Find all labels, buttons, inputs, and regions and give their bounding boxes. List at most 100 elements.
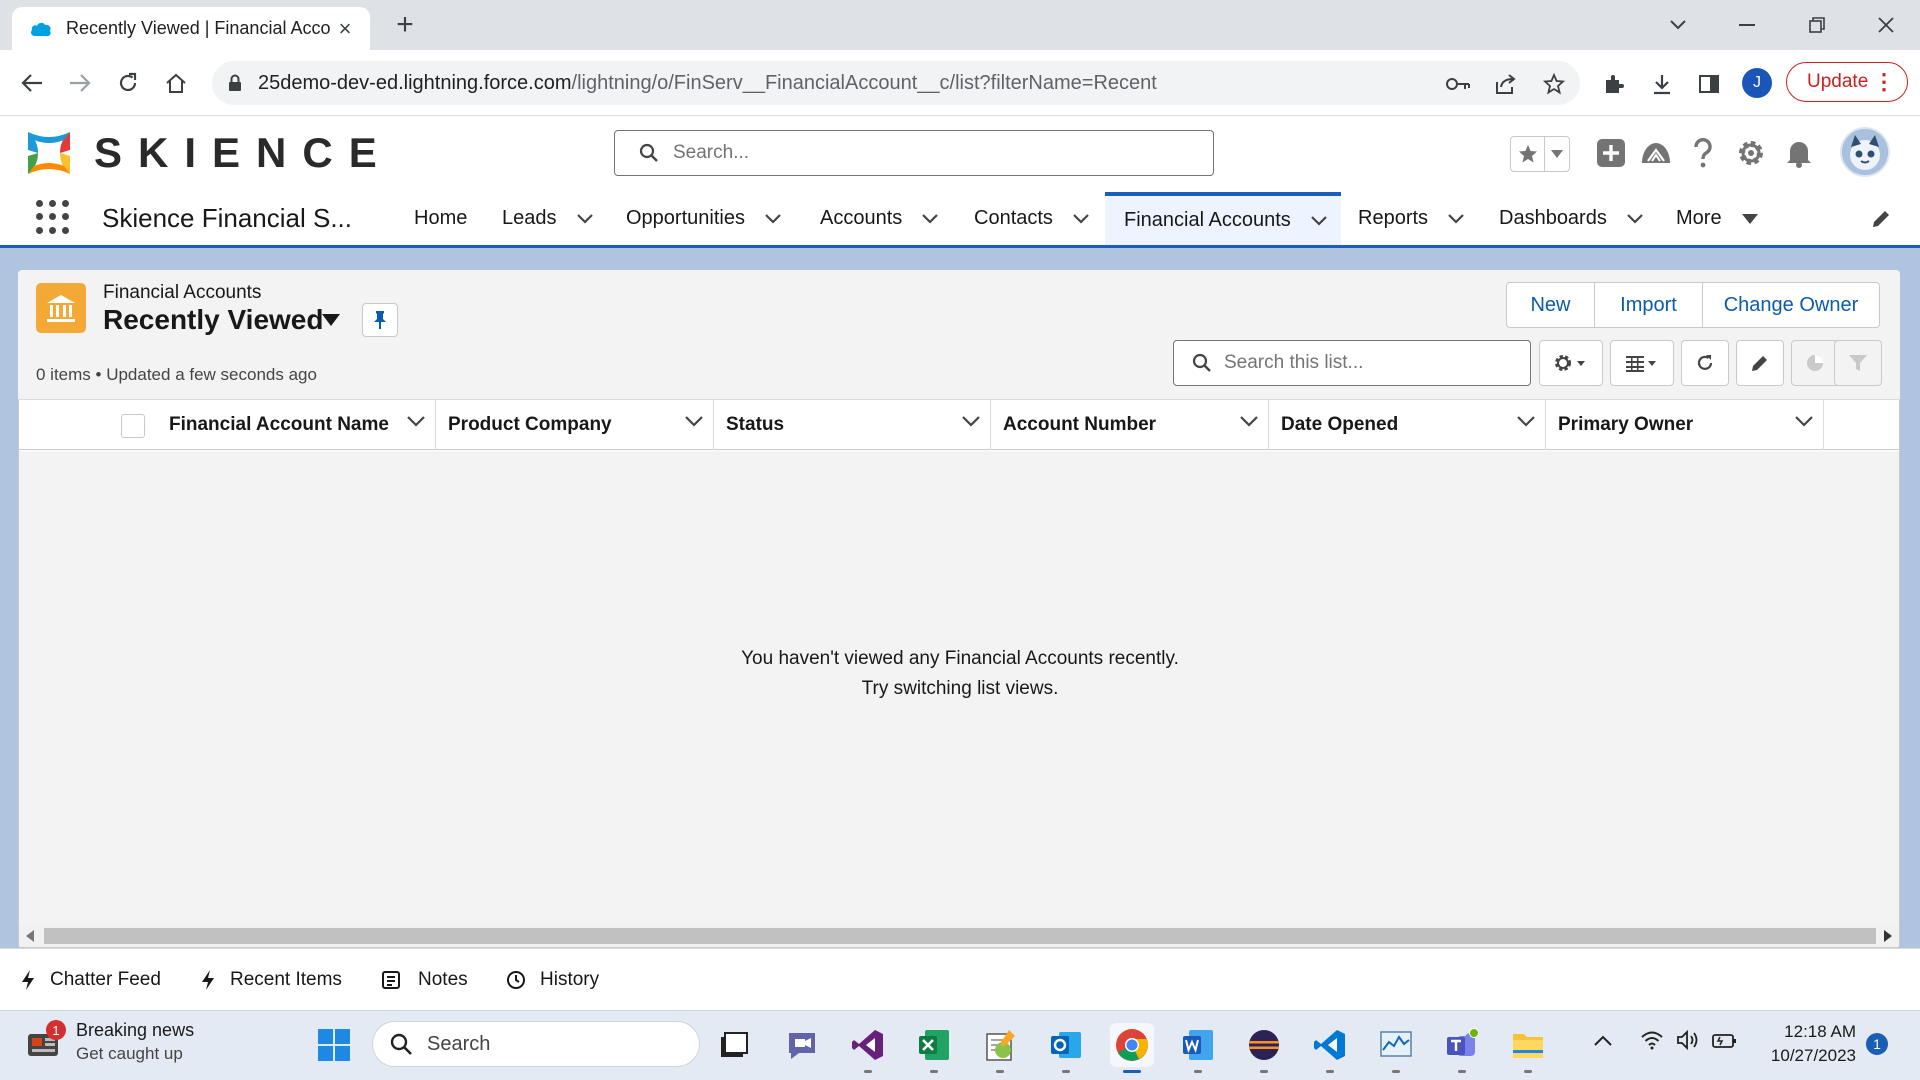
chevron-down-icon[interactable] xyxy=(962,416,980,428)
trailhead-icon[interactable] xyxy=(1637,134,1675,172)
help-icon[interactable] xyxy=(1684,134,1722,172)
list-view-controls-button[interactable] xyxy=(1539,340,1603,386)
chevron-down-icon[interactable] xyxy=(407,416,425,428)
system-clock[interactable]: 12:18 AM 10/27/2023 xyxy=(1750,1020,1856,1068)
windows-start-icon[interactable] xyxy=(312,1023,356,1067)
bookmark-star-icon[interactable] xyxy=(1540,70,1568,98)
favorites-button[interactable] xyxy=(1510,136,1570,172)
word-icon[interactable] xyxy=(1176,1023,1220,1073)
global-actions-icon[interactable] xyxy=(1592,134,1630,172)
list-view-title[interactable]: Recently Viewed xyxy=(103,304,323,336)
volume-icon[interactable] xyxy=(1676,1030,1700,1050)
setup-gear-icon[interactable] xyxy=(1732,134,1770,172)
task-view-icon[interactable] xyxy=(712,1023,756,1067)
column-header-account-number[interactable]: Account Number xyxy=(991,400,1269,450)
minimize-icon[interactable] xyxy=(1727,8,1767,42)
list-view-caret-icon[interactable] xyxy=(322,314,340,326)
favorite-star-icon[interactable] xyxy=(1511,137,1545,171)
new-tab-button[interactable]: + xyxy=(390,10,420,40)
eclipse-icon[interactable] xyxy=(1242,1023,1286,1073)
column-header-primary-owner[interactable]: Primary Owner xyxy=(1546,400,1824,450)
app-launcher-icon[interactable] xyxy=(36,200,70,234)
inline-edit-button[interactable] xyxy=(1736,340,1784,386)
outlook-icon[interactable] xyxy=(1044,1023,1088,1073)
chevron-down-icon[interactable] xyxy=(765,213,781,224)
back-icon[interactable] xyxy=(14,65,50,101)
chevron-down-icon[interactable] xyxy=(1448,213,1464,224)
notification-badge[interactable]: 1 xyxy=(1866,1033,1888,1055)
battery-icon[interactable] xyxy=(1712,1032,1738,1050)
side-panel-icon[interactable] xyxy=(1695,70,1723,98)
nav-item-financial-accounts[interactable]: Financial Accounts xyxy=(1105,192,1341,245)
column-header-date-opened[interactable]: Date Opened xyxy=(1269,400,1546,450)
profile-avatar[interactable]: J xyxy=(1742,68,1772,98)
select-all-checkbox[interactable] xyxy=(121,414,145,438)
search-this-list-input[interactable]: Search this list... xyxy=(1173,340,1531,386)
nav-item-reports[interactable]: Reports xyxy=(1358,192,1464,245)
utility-recent-items[interactable]: Recent Items xyxy=(200,966,342,994)
vscode-icon[interactable] xyxy=(1308,1023,1352,1073)
scrollbar-thumb[interactable] xyxy=(44,928,1876,944)
pin-list-view-button[interactable] xyxy=(362,303,398,337)
chevron-down-icon[interactable] xyxy=(1795,416,1813,428)
taskbar-search-input[interactable]: Search xyxy=(372,1021,700,1067)
utility-history[interactable]: History xyxy=(506,966,599,994)
notifications-bell-icon[interactable] xyxy=(1780,134,1818,172)
filters-button[interactable] xyxy=(1834,340,1882,386)
global-search-input[interactable]: Search... xyxy=(614,130,1214,176)
column-header-status[interactable]: Status xyxy=(714,400,991,450)
skience-logo[interactable]: SKIENCE xyxy=(24,128,393,178)
change-owner-button[interactable]: Change Owner xyxy=(1703,283,1879,327)
home-icon[interactable] xyxy=(158,65,194,101)
close-tab-icon[interactable]: × xyxy=(334,16,356,41)
reload-icon[interactable] xyxy=(110,65,146,101)
key-icon[interactable] xyxy=(1444,70,1472,98)
import-button[interactable]: Import xyxy=(1595,283,1703,327)
file-explorer-icon[interactable] xyxy=(1506,1023,1550,1073)
address-bar[interactable]: 25demo-dev-ed.lightning.force.com/lightn… xyxy=(212,61,1580,105)
show-hidden-icons-chevron-icon[interactable] xyxy=(1594,1034,1612,1046)
favorites-dropdown-icon[interactable] xyxy=(1545,137,1569,171)
nav-item-more[interactable]: More xyxy=(1676,192,1758,245)
nav-item-dashboards[interactable]: Dashboards xyxy=(1499,192,1643,245)
charts-button[interactable] xyxy=(1791,340,1839,386)
chevron-down-icon[interactable] xyxy=(685,416,703,428)
chevron-down-icon[interactable] xyxy=(1073,213,1089,224)
lock-icon[interactable] xyxy=(228,74,242,92)
new-button[interactable]: New xyxy=(1507,283,1595,327)
refresh-button[interactable] xyxy=(1681,340,1729,386)
excel-icon[interactable] xyxy=(912,1023,956,1073)
nav-item-accounts[interactable]: Accounts xyxy=(820,192,939,245)
restore-icon[interactable] xyxy=(1797,8,1837,42)
chevron-down-icon[interactable] xyxy=(1310,215,1327,226)
nav-item-opportunities[interactable]: Opportunities xyxy=(626,192,781,245)
scroll-right-icon[interactable] xyxy=(1884,930,1892,942)
scroll-left-icon[interactable] xyxy=(26,930,34,942)
user-avatar[interactable] xyxy=(1840,127,1890,177)
column-header-product-company[interactable]: Product Company xyxy=(436,400,714,450)
notepad-plus-plus-icon[interactable] xyxy=(978,1023,1022,1073)
download-icon[interactable] xyxy=(1648,70,1676,98)
chevron-down-icon[interactable] xyxy=(576,213,593,224)
update-button[interactable]: Update ⋮ xyxy=(1786,62,1908,102)
share-icon[interactable] xyxy=(1492,70,1520,98)
utility-notes[interactable]: Notes xyxy=(382,966,468,994)
tab-search-icon[interactable] xyxy=(1658,8,1698,42)
browser-tab[interactable]: Recently Viewed | Financial Acco × xyxy=(12,7,370,50)
chrome-icon[interactable] xyxy=(1110,1023,1154,1073)
visual-studio-icon[interactable] xyxy=(846,1023,890,1073)
nav-item-leads[interactable]: Leads xyxy=(502,192,593,245)
resource-monitor-icon[interactable] xyxy=(1374,1023,1418,1073)
teams-chat-icon[interactable] xyxy=(780,1023,824,1067)
caret-down-icon[interactable] xyxy=(1741,213,1758,224)
extensions-icon[interactable] xyxy=(1600,70,1628,98)
news-widget[interactable]: 1 Breaking news Get caught up xyxy=(26,1018,194,1066)
nav-item-home[interactable]: Home xyxy=(414,192,467,245)
chevron-down-icon[interactable] xyxy=(922,213,939,224)
teams-icon[interactable] xyxy=(1440,1023,1484,1073)
chevron-down-icon[interactable] xyxy=(1240,416,1258,428)
forward-icon[interactable] xyxy=(62,65,98,101)
nav-item-contacts[interactable]: Contacts xyxy=(974,192,1089,245)
chevron-down-icon[interactable] xyxy=(1627,213,1643,224)
chevron-down-icon[interactable] xyxy=(1517,416,1535,428)
